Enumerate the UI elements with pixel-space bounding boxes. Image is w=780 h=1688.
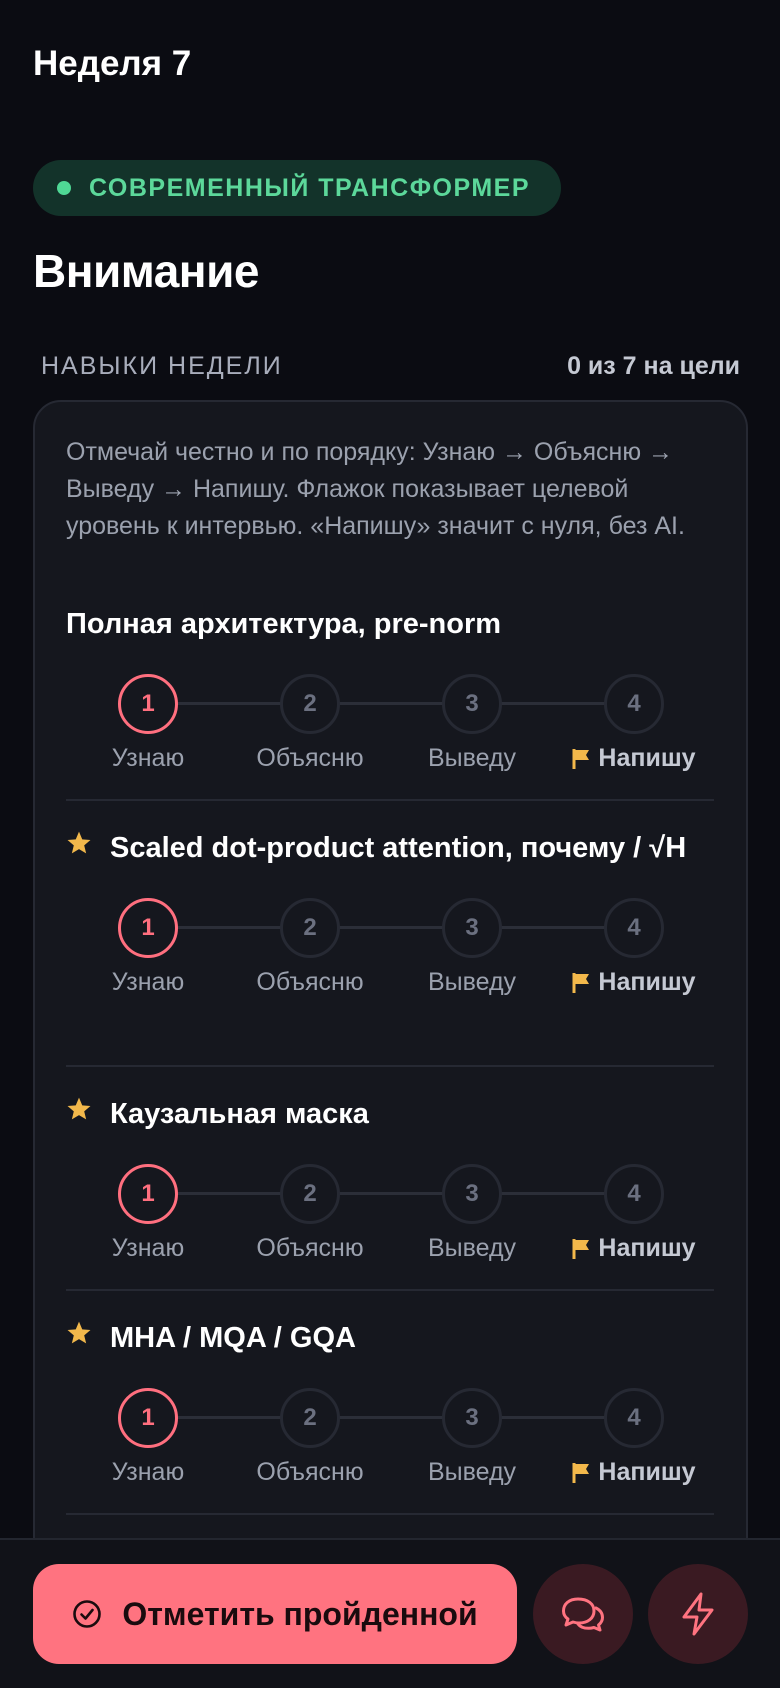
step-4[interactable]: 4 — [604, 1388, 664, 1448]
star-icon — [67, 1321, 91, 1344]
step-label-2: Объясню — [256, 1234, 364, 1262]
step-3[interactable]: 3 — [442, 1388, 502, 1448]
step-1[interactable]: 1 — [118, 674, 178, 734]
mark-done-button[interactable]: Отметить пройденной — [33, 1564, 517, 1664]
divider — [66, 1065, 714, 1067]
chat-bubbles-icon — [562, 1597, 604, 1632]
star-icon — [67, 1097, 91, 1120]
chat-button[interactable] — [533, 1564, 633, 1664]
mark-done-label: Отметить пройденной — [122, 1595, 478, 1632]
step-label-4-text: Напишу — [598, 1234, 696, 1262]
module-tag: СОВРЕМЕННЫЙ ТРАНСФОРМЕР — [33, 160, 561, 216]
lightning-icon — [682, 1592, 714, 1636]
flag-icon — [572, 748, 590, 769]
step-3[interactable]: 3 — [442, 1164, 502, 1224]
skill-title: Scaled dot-product attention, почему / √… — [110, 832, 687, 864]
divider — [66, 799, 714, 801]
step-2[interactable]: 2 — [280, 898, 340, 958]
step-label-2: Объясню — [256, 744, 364, 772]
flag-icon — [572, 1462, 590, 1483]
step-label-1: Узнаю — [111, 744, 185, 772]
star-icon — [67, 831, 91, 854]
step-label-4: Напишу — [544, 1234, 724, 1263]
step-1[interactable]: 1 — [118, 1164, 178, 1224]
quick-action-button[interactable] — [648, 1564, 748, 1664]
step-label-4-text: Напишу — [598, 744, 696, 772]
step-label-2: Объясню — [256, 1458, 364, 1486]
step-label-4-text: Напишу — [598, 968, 696, 996]
step-2[interactable]: 2 — [280, 1164, 340, 1224]
stepper-track — [148, 926, 634, 929]
skill-title: MHA / MQA / GQA — [110, 1322, 356, 1354]
step-label-1: Узнаю — [111, 1234, 185, 1262]
stepper-track — [148, 1416, 634, 1419]
step-label-2: Объясню — [256, 968, 364, 996]
step-3[interactable]: 3 — [442, 898, 502, 958]
step-label-1: Узнаю — [111, 1458, 185, 1486]
step-label-4-text: Напишу — [598, 1458, 696, 1486]
module-tag-label: СОВРЕМЕННЫЙ ТРАНСФОРМЕР — [89, 173, 530, 202]
step-2[interactable]: 2 — [280, 1388, 340, 1448]
page-title: Внимание — [33, 245, 259, 297]
check-circle-icon — [73, 1600, 102, 1628]
skill-title: Полная архитектура, pre-norm — [66, 608, 502, 640]
step-4[interactable]: 4 — [604, 1164, 664, 1224]
step-label-3: Выведу — [427, 1234, 517, 1262]
step-4[interactable]: 4 — [604, 898, 664, 958]
step-label-3: Выведу — [427, 744, 517, 772]
skills-progress: 0 из 7 на цели — [567, 352, 740, 380]
skill-level-stepper: 1 2 3 4 Узнаю Объясню Выведу Напишу — [66, 1382, 714, 1502]
step-label-4: Напишу — [544, 1458, 724, 1487]
step-4[interactable]: 4 — [604, 674, 664, 734]
skill-level-stepper: 1 2 3 4 Узнаю Объясню Выведу Напишу — [66, 1158, 714, 1278]
skill-item: MHA / MQA / GQA 1 2 3 4 Узнаю Объясню Вы… — [66, 1318, 714, 1502]
skill-level-stepper: 1 2 3 4 Узнаю Объясню Выведу Напишу — [66, 668, 714, 788]
step-3[interactable]: 3 — [442, 674, 502, 734]
skills-intro: Отмечай честно и по порядку: Узнаю → Объ… — [66, 438, 685, 540]
divider — [66, 1513, 714, 1515]
step-label-4: Напишу — [544, 744, 724, 773]
step-label-1: Узнаю — [111, 968, 185, 996]
step-2[interactable]: 2 — [280, 674, 340, 734]
skill-title: Каузальная маска — [110, 1098, 369, 1130]
step-label-3: Выведу — [427, 968, 517, 996]
status-dot-icon — [57, 181, 71, 195]
skill-item: Каузальная маска 1 2 3 4 Узнаю Объясню В… — [66, 1094, 714, 1278]
skill-level-stepper: 1 2 3 4 Узнаю Объясню Выведу Напишу — [66, 892, 714, 1012]
step-label-4: Напишу — [544, 968, 724, 997]
divider — [66, 1289, 714, 1291]
step-1[interactable]: 1 — [118, 898, 178, 958]
flag-icon — [572, 972, 590, 993]
step-label-3: Выведу — [427, 1458, 517, 1486]
stepper-track — [148, 1192, 634, 1195]
skill-item: Scaled dot-product attention, почему / √… — [66, 828, 714, 1012]
stepper-track — [148, 702, 634, 705]
week-title: Неделя 7 — [33, 44, 192, 83]
flag-icon — [572, 1238, 590, 1259]
skill-item: Полная архитектура, pre-norm 1 2 3 4 Узн… — [66, 604, 714, 788]
skills-section-label: НАВЫКИ НЕДЕЛИ — [41, 352, 283, 380]
step-1[interactable]: 1 — [118, 1388, 178, 1448]
